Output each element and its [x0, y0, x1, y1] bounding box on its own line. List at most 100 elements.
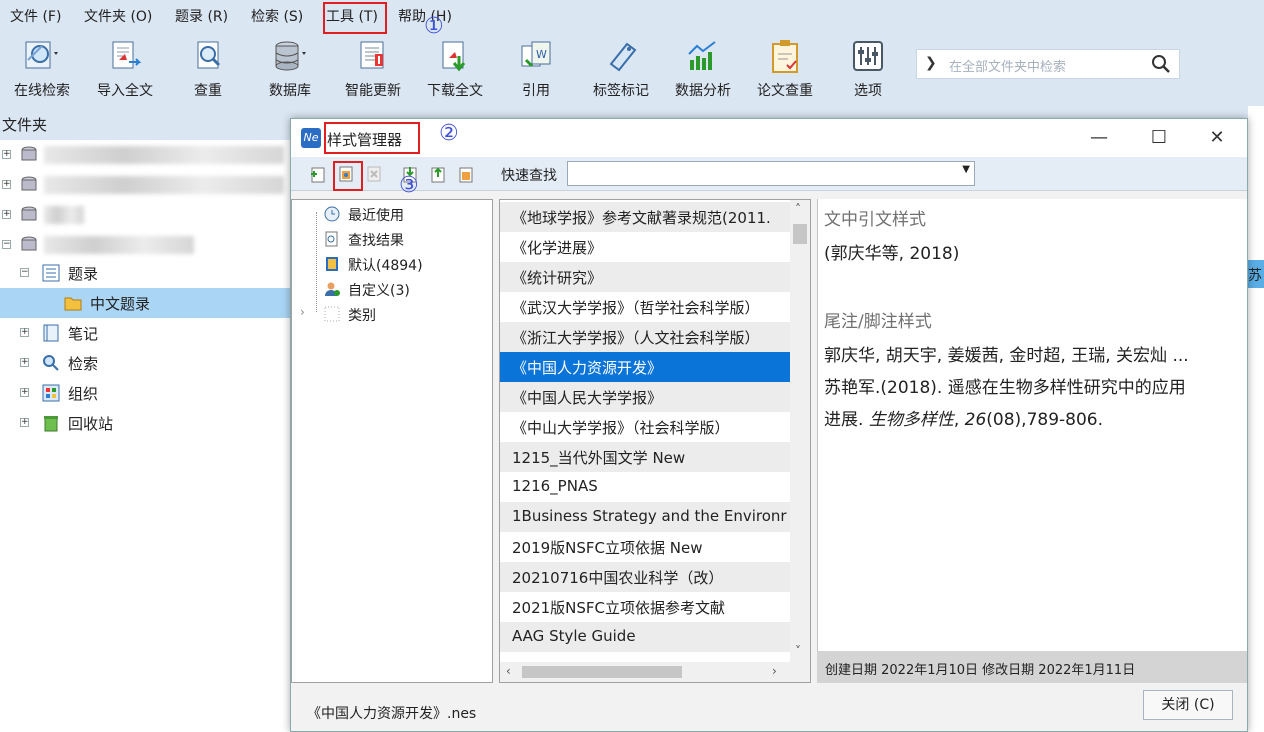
quick-search-label: 快速查找 — [501, 168, 557, 184]
cite-button[interactable]: W 引用 — [516, 38, 556, 102]
sliders-icon — [853, 41, 883, 71]
scroll-thumb[interactable] — [522, 666, 682, 678]
tree-item-chinese-records[interactable]: 中文题录 — [0, 288, 292, 318]
database-icon — [21, 236, 37, 251]
style-list-item-selected[interactable]: 《中国人力资源开发》 — [500, 352, 790, 382]
tree-item-records[interactable]: − 题录 — [0, 258, 292, 288]
expand-icon[interactable]: + — [20, 358, 29, 367]
style-list-item[interactable]: 20210716中国农业科学（改） — [500, 562, 790, 592]
global-search-input[interactable]: ❯ 在全部文件夹中检索 — [916, 49, 1180, 79]
style-list-item[interactable]: 《中山大学学报》（社会科学版） — [500, 412, 790, 442]
delete-style-icon[interactable] — [365, 165, 383, 183]
tree-database-4[interactable]: − — [0, 230, 292, 260]
scroll-left-icon[interactable]: ‹ — [506, 664, 511, 678]
bar-chart-icon — [688, 41, 716, 70]
scroll-right-icon[interactable]: › — [772, 664, 777, 678]
book-icon — [326, 257, 338, 271]
maximize-button[interactable]: ☐ — [1139, 125, 1179, 151]
import-fulltext-button[interactable]: 导入全文 — [92, 38, 158, 102]
tree-item-search[interactable]: + 检索 — [0, 348, 292, 378]
clock-icon — [324, 206, 340, 222]
new-style-icon[interactable] — [309, 165, 327, 183]
highlight-box-title — [324, 122, 420, 154]
recycle-bin-icon — [44, 416, 58, 432]
style-list: 《地球学报》参考文献著录规范(2011. 《化学进展》 《统计研究》 《武汉大学… — [499, 199, 811, 683]
vertical-scrollbar[interactable]: ˄ ˅ — [790, 200, 810, 662]
style-list-item[interactable]: 2021版NSFC立项依据参考文献 — [500, 592, 790, 622]
footnote-volume: 26 — [964, 410, 987, 430]
scroll-down-icon[interactable]: ˅ — [795, 644, 801, 658]
dedupe-button[interactable]: 查重 — [184, 38, 232, 102]
footnote-line-1: 郭庆华, 胡天宇, 姜媛茜, 金时超, 王瑞, 关宏灿 ... — [824, 346, 1189, 366]
tree-item-organize[interactable]: + 组织 — [0, 378, 292, 408]
tree-item-notes[interactable]: + 笔记 — [0, 318, 292, 348]
expand-icon[interactable]: + — [2, 210, 11, 219]
style-list-item[interactable]: 2019版NSFC立项依据 New — [500, 532, 790, 562]
style-list-item[interactable]: 《地球学报》参考文献著录规范(2011. — [500, 202, 790, 232]
smart-update-button[interactable]: 智能更新 — [340, 38, 406, 102]
tag-icon — [609, 42, 637, 72]
highlight-box-tools — [323, 2, 387, 34]
footnote-heading: 尾注/脚注样式 — [824, 312, 932, 332]
online-search-button[interactable]: 在线检索 — [8, 38, 76, 102]
export-style-icon[interactable] — [429, 165, 447, 183]
expand-icon[interactable]: + — [20, 388, 29, 397]
annotation-2: ② — [439, 121, 459, 146]
tree-database-1[interactable]: + — [0, 140, 292, 170]
chevron-down-icon[interactable]: ❯ — [925, 55, 937, 71]
expand-icon[interactable]: + — [20, 418, 29, 427]
style-list-item[interactable]: 《武汉大学学报》（哲学社会科学版） — [500, 292, 790, 322]
dialog-titlebar: Ne 样式管理器 ② — ☐ ✕ — [291, 119, 1247, 157]
database-icon — [21, 176, 37, 191]
menu-search[interactable]: 检索 (S) — [251, 6, 303, 26]
search-icon[interactable] — [1151, 54, 1171, 74]
options-button[interactable]: 选项 — [848, 38, 888, 102]
tree-item-recycle-bin[interactable]: + 回收站 — [0, 408, 292, 438]
download-fulltext-icon — [442, 41, 466, 72]
horizontal-scrollbar[interactable]: ‹ › — [500, 662, 810, 682]
close-window-button[interactable]: ✕ — [1197, 125, 1237, 151]
style-list-item[interactable]: AAG Style Guide — [500, 622, 790, 652]
scroll-up-icon[interactable]: ˄ — [795, 202, 801, 216]
style-list-item[interactable]: 《浙江大学学报》（人文社会科学版） — [500, 322, 790, 352]
blurred-label — [44, 236, 194, 254]
menu-folder[interactable]: 文件夹 (O) — [84, 6, 152, 26]
intext-example: (郭庆华等, 2018) — [824, 244, 960, 264]
style-list-item[interactable]: 1216_PNAS — [500, 472, 790, 502]
footnote-line-2: 苏艳军.(2018). 遥感在生物多样性研究中的应用 — [824, 378, 1186, 398]
tree-database-2[interactable]: + — [0, 170, 292, 200]
blurred-label — [44, 146, 284, 164]
close-button[interactable]: 关闭 (C) — [1143, 690, 1233, 720]
expand-icon[interactable]: + — [20, 328, 29, 337]
chevron-right-icon[interactable]: › — [300, 305, 305, 319]
tag-mark-button[interactable]: 标签标记 — [588, 38, 654, 102]
annotation-3: ③ — [399, 173, 419, 198]
notebook-icon — [43, 324, 59, 342]
quick-search-input[interactable]: ▼ — [567, 161, 975, 186]
menu-file[interactable]: 文件 (F) — [10, 6, 61, 26]
database-button[interactable]: 数据库 — [262, 38, 318, 102]
menu-records[interactable]: 题录 (R) — [175, 6, 228, 26]
collapse-icon[interactable]: − — [2, 240, 11, 249]
collapse-icon[interactable]: − — [20, 268, 29, 277]
expand-icon[interactable]: + — [2, 150, 11, 159]
thesis-check-button[interactable]: 论文查重 — [752, 38, 818, 102]
scroll-thumb[interactable] — [793, 224, 807, 244]
style-list-item[interactable]: 《中国人民大学学报》 — [500, 382, 790, 412]
minimize-button[interactable]: — — [1079, 125, 1119, 151]
svg-text:W: W — [536, 48, 547, 61]
style-list-item[interactable]: 1215_当代外国文学 New — [500, 442, 790, 472]
style-list-item[interactable]: 《统计研究》 — [500, 262, 790, 292]
tree-database-3[interactable]: + — [0, 200, 292, 230]
data-analysis-button[interactable]: 数据分析 — [670, 38, 736, 102]
style-list-item[interactable]: 《化学进展》 — [500, 232, 790, 262]
expand-icon[interactable]: + — [2, 180, 11, 189]
download-fulltext-button[interactable]: 下载全文 — [422, 38, 488, 102]
style-list-item[interactable]: 1Business Strategy and the Environr — [500, 502, 790, 532]
dropdown-arrow-icon[interactable]: ▼ — [962, 164, 970, 175]
style-settings-icon[interactable] — [457, 165, 475, 183]
database-icon — [21, 146, 37, 161]
dialog-toolbar: ③ 快速查找 ▼ — [291, 157, 1247, 197]
import-fulltext-icon — [112, 41, 142, 69]
database-icon — [275, 41, 306, 71]
